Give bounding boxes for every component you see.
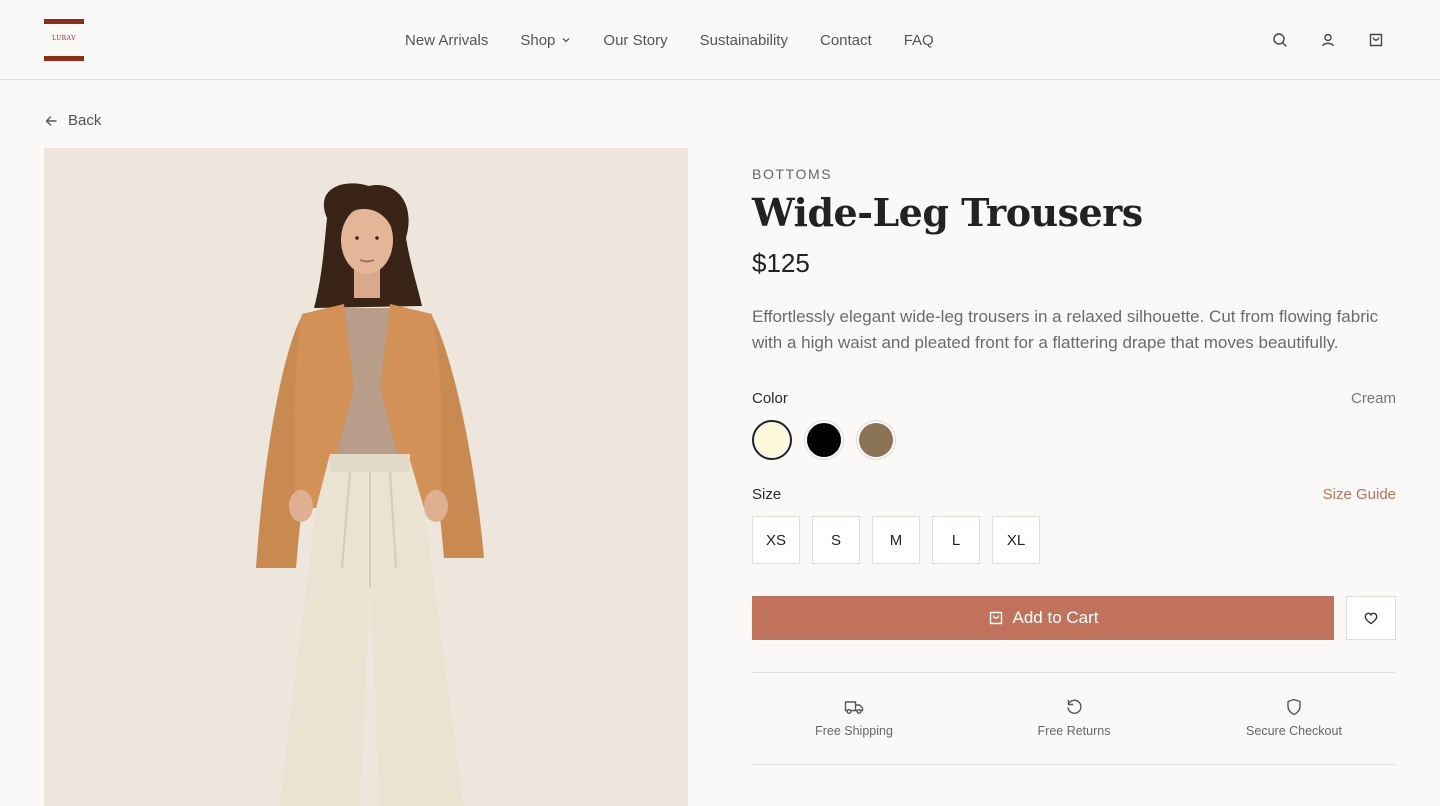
divider — [752, 764, 1396, 765]
nav-shop[interactable]: Shop — [520, 32, 571, 49]
size-option-s[interactable]: S — [812, 516, 860, 564]
add-to-cart-label: Add to Cart — [1012, 608, 1099, 627]
size-option-xl[interactable]: XL — [992, 516, 1040, 564]
swatch-fill — [756, 424, 788, 456]
nav-our-story[interactable]: Our Story — [603, 32, 667, 49]
heart-icon — [1364, 612, 1378, 625]
perk-secure-checkout: Secure Checkout — [1192, 696, 1396, 738]
size-guide-link[interactable]: Size Guide — [1323, 486, 1396, 503]
wishlist-button[interactable] — [1346, 596, 1396, 640]
return-icon — [972, 696, 1176, 718]
perk-free-returns: Free Returns — [972, 696, 1176, 738]
perk-label: Free Shipping — [815, 724, 893, 738]
main-nav: New Arrivals Shop Our Story Sustainabili… — [405, 0, 934, 80]
divider — [752, 672, 1396, 673]
size-label: Size — [752, 486, 782, 503]
color-swatch-taupe[interactable] — [856, 420, 896, 460]
brand-logo[interactable]: LURAV — [44, 19, 84, 61]
color-swatch-black[interactable] — [804, 420, 844, 460]
product-category: BOTTOMS — [752, 166, 833, 182]
shield-icon — [1192, 696, 1396, 718]
perk-free-shipping: Free Shipping — [752, 696, 956, 738]
size-option-l[interactable]: L — [932, 516, 980, 564]
header-actions — [1272, 30, 1384, 50]
perk-label: Free Returns — [1037, 724, 1111, 738]
logo-text: LURAV — [51, 35, 77, 42]
nav-faq[interactable]: FAQ — [904, 32, 934, 49]
truck-icon — [752, 696, 956, 718]
product-description: Effortlessly elegant wide-leg trousers i… — [752, 307, 1379, 352]
logo-bar-bottom — [44, 56, 84, 61]
nav-new-arrivals[interactable]: New Arrivals — [405, 32, 488, 49]
product-price: $125 — [752, 248, 810, 278]
product-image — [44, 148, 688, 806]
product-title: Wide-Leg Trousers — [752, 190, 1143, 235]
nav-contact[interactable]: Contact — [820, 32, 872, 49]
user-icon[interactable] — [1320, 30, 1336, 50]
size-option-m[interactable]: M — [872, 516, 920, 564]
nav-shop-label: Shop — [520, 31, 556, 49]
swatch-fill — [807, 423, 841, 457]
selected-color-name: Cream — [1350, 390, 1396, 407]
back-label: Back — [68, 112, 102, 129]
bag-icon — [989, 611, 1002, 625]
cart-icon[interactable] — [1368, 30, 1384, 50]
swatch-fill — [859, 423, 893, 457]
chevron-down-icon — [561, 35, 571, 45]
model-illustration — [44, 148, 688, 806]
nav-sustainability[interactable]: Sustainability — [700, 32, 788, 49]
logo-bar-top — [44, 19, 84, 24]
site-header: LURAV New Arrivals Shop Our Story Sustai… — [0, 0, 1440, 80]
perk-label: Secure Checkout — [1246, 724, 1342, 738]
color-swatch-cream[interactable] — [752, 420, 792, 460]
size-option-xs[interactable]: XS — [752, 516, 800, 564]
arrow-left-icon — [45, 115, 57, 126]
search-icon[interactable] — [1272, 30, 1288, 50]
color-label: Color — [752, 390, 788, 407]
add-to-cart-button[interactable]: Add to Cart — [752, 596, 1334, 640]
back-link[interactable]: Back — [44, 112, 101, 129]
